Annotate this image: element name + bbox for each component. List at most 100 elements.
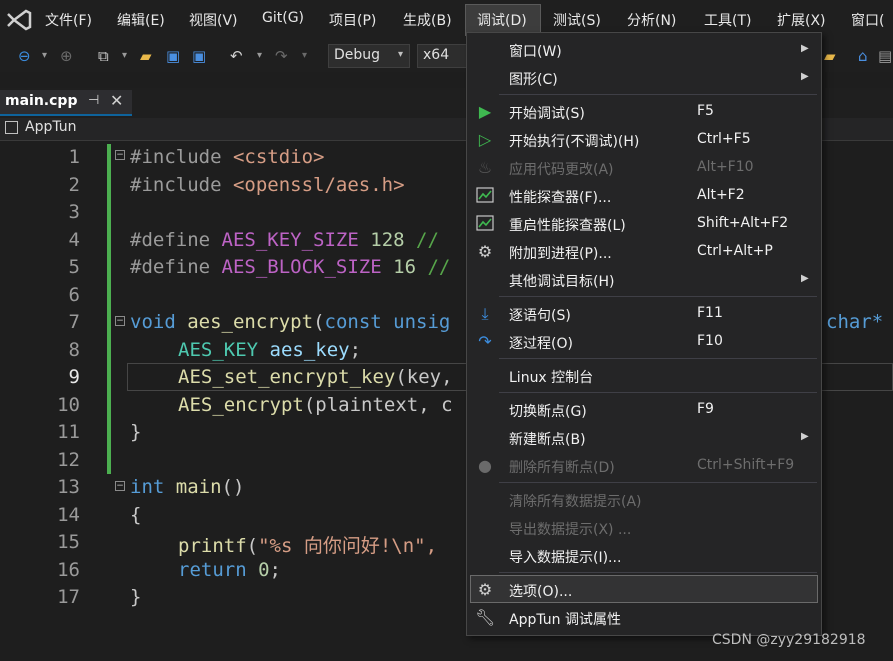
menu-item-performance-profiler[interactable]: 性能探查器(F)... Alt+F2: [467, 182, 821, 210]
menu-window[interactable]: 窗口(: [851, 10, 884, 30]
submenu-arrow-icon: ▶: [801, 43, 809, 54]
menu-separator: [499, 296, 817, 297]
menu-separator: [499, 572, 817, 573]
project-dropdown[interactable]: AppTun: [25, 119, 77, 135]
configuration-dropdown[interactable]: Debug ▾: [328, 44, 410, 68]
menu-item-linux-console[interactable]: Linux 控制台: [467, 362, 821, 390]
menu-item-relaunch-profiler[interactable]: 重启性能探查器(L) Shift+Alt+F2: [467, 210, 821, 238]
performance-restart-icon: [475, 214, 495, 234]
menu-item-windows[interactable]: 窗口(W) ▶: [467, 36, 821, 64]
platform-dropdown[interactable]: x64: [417, 44, 467, 68]
code-line: AES_KEY aes_key;: [178, 339, 362, 361]
line-number: 2: [68, 174, 80, 196]
home-icon[interactable]: ⌂: [858, 46, 868, 66]
undo-icon[interactable]: ↶: [230, 46, 243, 66]
code-line: #define AES_KEY_SIZE 128 //: [130, 229, 439, 251]
line-number: 4: [68, 229, 80, 251]
menu-analyze[interactable]: 分析(N): [627, 10, 676, 30]
gears-icon: ⚙: [477, 242, 493, 261]
line-number: 13: [57, 476, 80, 498]
code-line: return 0;: [178, 559, 281, 581]
active-tab-indicator: [0, 114, 132, 116]
menu-item-start-debugging[interactable]: ▶ 开始调试(S) F5: [467, 98, 821, 126]
line-number: 15: [57, 531, 80, 553]
menu-item-clear-datatips: 清除所有数据提示(A): [509, 494, 642, 510]
project-icon: [5, 121, 18, 134]
menu-separator: [499, 482, 817, 483]
back-icon[interactable]: ⊖: [18, 46, 31, 66]
chevron-down-icon: ▾: [397, 49, 403, 60]
menu-item-step-into[interactable]: ⤓ 逐语句(S) F11: [467, 300, 821, 328]
watermark: CSDN @zyy29182918: [712, 632, 866, 648]
menu-item-graphics[interactable]: 图形(C) ▶: [467, 64, 821, 92]
menu-test[interactable]: 测试(S): [553, 10, 601, 30]
menu-item-new-breakpoint[interactable]: 新建断点(B) ▶: [467, 424, 821, 452]
code-line: #include <cstdio>: [130, 146, 325, 168]
open-folder-icon[interactable]: ▰: [140, 46, 152, 66]
line-number: 12: [57, 449, 80, 471]
gear-icon: ⚙: [477, 580, 493, 599]
play-outline-icon: ▷: [478, 130, 492, 149]
delete-breakpoints-icon: ●: [478, 456, 492, 475]
line-number: 16: [57, 559, 80, 581]
menu-item-import-datatips[interactable]: 导入数据提示(I)...: [467, 542, 821, 570]
line-number: 10: [57, 394, 80, 416]
fold-toggle[interactable]: −: [115, 481, 125, 491]
line-number: 7: [68, 311, 80, 333]
forward-icon[interactable]: ⊕: [60, 46, 73, 66]
menu-item-start-without-debugging[interactable]: ▷ 开始执行(不调试)(H) Ctrl+F5: [467, 126, 821, 154]
redo-icon[interactable]: ↷: [275, 46, 288, 66]
step-into-icon: ⤓: [481, 304, 489, 323]
code-line: #include <openssl/aes.h>: [130, 174, 405, 196]
wrench-icon: 🔧︎: [475, 608, 496, 627]
save-icon[interactable]: ▣: [166, 46, 180, 66]
code-line: }: [130, 586, 142, 608]
menu-extensions[interactable]: 扩展(X): [777, 10, 826, 30]
menu-item-step-over[interactable]: ↷ 逐过程(O) F10: [467, 328, 821, 356]
menu-item-toggle-breakpoint[interactable]: 切换断点(G) F9: [467, 396, 821, 424]
submenu-arrow-icon: ▶: [801, 71, 809, 82]
menu-item-attach-to-process[interactable]: ⚙ 附加到进程(P)... Ctrl+Alt+P: [467, 238, 821, 266]
menu-item-other-debug-targets[interactable]: 其他调试目标(H) ▶: [467, 266, 821, 294]
code-line: {: [130, 504, 142, 526]
visual-studio-logo[interactable]: [6, 8, 32, 32]
menu-item-debug-properties[interactable]: 🔧︎ AppTun 调试属性: [467, 604, 821, 632]
line-number: 3: [68, 201, 80, 223]
line-number: 17: [57, 586, 80, 608]
new-project-icon[interactable]: ⧉: [98, 46, 109, 66]
chevron-down-icon[interactable]: ▾: [302, 46, 307, 66]
line-number: 11: [57, 421, 80, 443]
chevron-down-icon[interactable]: ▾: [122, 46, 127, 66]
close-icon[interactable]: ✕: [110, 91, 123, 110]
pin-icon[interactable]: ⊣: [88, 93, 99, 108]
performance-chart-icon: [475, 186, 495, 206]
tab-main-cpp[interactable]: main.cpp ⊣ ✕: [0, 90, 132, 116]
code-line-fragment: char*: [826, 311, 884, 333]
menu-build[interactable]: 生成(B): [403, 10, 452, 30]
code-line: AES_set_encrypt_key(key,: [178, 366, 453, 388]
find-in-files-icon[interactable]: ▰: [824, 46, 836, 66]
debug-menu-dropdown: 窗口(W) ▶ 图形(C) ▶ ▶ 开始调试(S) F5 ▷ 开始执行(不调试)…: [466, 32, 822, 636]
fold-toggle[interactable]: −: [115, 316, 125, 326]
menu-file[interactable]: 文件(F): [45, 10, 92, 30]
menu-edit[interactable]: 编辑(E): [117, 10, 165, 30]
line-number: 14: [57, 504, 80, 526]
menu-item-options[interactable]: ⚙ 选项(O)...: [467, 576, 821, 604]
save-all-icon[interactable]: ▣: [192, 46, 206, 66]
menu-tools[interactable]: 工具(T): [704, 10, 751, 30]
toolbar-icon[interactable]: ▤: [878, 46, 892, 66]
menu-debug[interactable]: 调试(D): [477, 10, 527, 30]
fold-toggle[interactable]: −: [115, 150, 125, 160]
menu-view[interactable]: 视图(V): [189, 10, 238, 30]
menu-git[interactable]: Git(G): [262, 10, 304, 26]
line-number: 1: [68, 146, 80, 168]
chevron-down-icon[interactable]: ▾: [257, 46, 262, 66]
menu-project[interactable]: 项目(P): [329, 10, 376, 30]
code-line: void aes_encrypt(const unsig: [130, 311, 451, 333]
code-line: AES_encrypt(plaintext, c: [178, 394, 453, 416]
play-solid-icon: ▶: [478, 102, 492, 121]
menu-separator: [499, 358, 817, 359]
step-over-icon: ↷: [478, 332, 492, 351]
code-line: #define AES_BLOCK_SIZE 16 //: [130, 256, 451, 278]
chevron-down-icon[interactable]: ▾: [42, 46, 47, 66]
